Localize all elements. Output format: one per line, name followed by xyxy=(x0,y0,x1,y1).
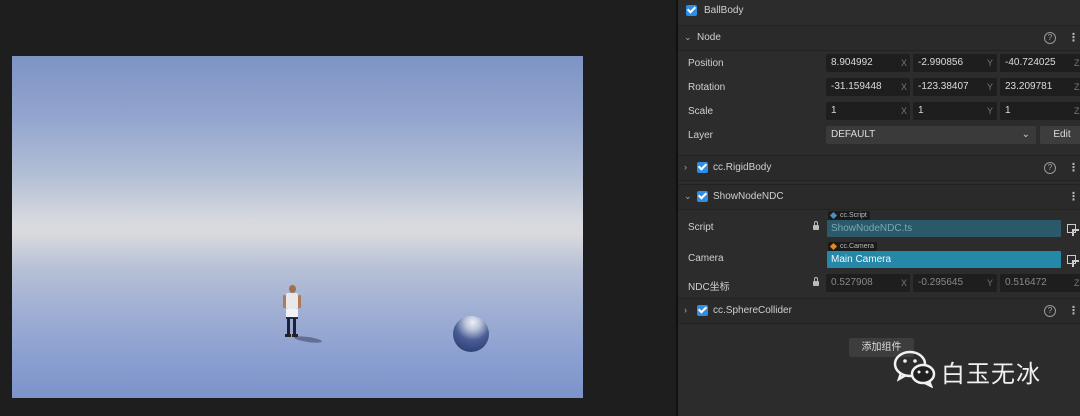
script-type-tag: cc.Script xyxy=(828,211,870,220)
menu-dots-icon[interactable]: ⋮ xyxy=(1068,190,1079,203)
player-head xyxy=(289,285,296,293)
player-shoe xyxy=(285,334,291,337)
chevron-down-icon[interactable]: ⌄ xyxy=(684,191,692,202)
camera-label: Camera xyxy=(688,253,724,264)
help-icon[interactable]: ? xyxy=(1044,162,1056,174)
player-torso xyxy=(286,293,298,309)
watermark-text: 白玉无冰 xyxy=(941,360,1041,388)
menu-dots-icon[interactable]: ⋮ xyxy=(1068,161,1079,174)
position-label: Position xyxy=(688,58,724,69)
node-section-header[interactable]: ⌄ Node ? ⋮ xyxy=(678,25,1080,51)
scene-viewport[interactable] xyxy=(12,56,583,398)
rigidbody-title: cc.RigidBody xyxy=(713,162,772,173)
ndc-y-field: -0.295645 xyxy=(913,274,997,292)
player-shoe xyxy=(292,334,298,337)
player-arm xyxy=(298,295,301,308)
script-tag-text: cc.Script xyxy=(840,212,867,219)
script-asset-field[interactable]: ShowNodeNDC.ts xyxy=(827,220,1061,237)
menu-dots-icon[interactable]: ⋮ xyxy=(1068,304,1079,317)
spherecollider-enabled-checkbox-icon[interactable] xyxy=(697,305,708,316)
shownodendc-enabled-checkbox-icon[interactable] xyxy=(697,191,708,202)
sphere-ball[interactable] xyxy=(453,316,489,352)
rotation-label: Rotation xyxy=(688,82,726,93)
position-z-field[interactable]: -40.724025 xyxy=(1000,54,1080,72)
scale-y-field[interactable]: 1 xyxy=(913,102,997,120)
node-section-title: Node xyxy=(697,32,721,43)
spherecollider-title: cc.SphereCollider xyxy=(713,305,792,316)
rigidbody-section-header[interactable]: › cc.RigidBody ? ⋮ xyxy=(678,155,1080,181)
locate-icon[interactable] xyxy=(1067,224,1079,236)
layer-edit-button[interactable]: Edit xyxy=(1040,126,1080,144)
shownodendc-section-header[interactable]: ⌄ ShowNodeNDC ⋮ xyxy=(678,184,1080,210)
watermark: 白玉无冰 xyxy=(893,348,1063,390)
chevron-right-icon[interactable]: › xyxy=(684,162,687,172)
rotation-z-field[interactable]: 23.209781 xyxy=(1000,78,1080,96)
axis-z-label: Z xyxy=(1074,106,1080,116)
axis-y-label: Y xyxy=(987,106,994,116)
menu-dots-icon[interactable]: ⋮ xyxy=(1068,31,1079,44)
rotation-y-field[interactable]: -123.38407 xyxy=(913,78,997,96)
camera-component-icon xyxy=(829,242,838,251)
layer-label: Layer xyxy=(688,130,714,141)
axis-z-label: Z xyxy=(1074,278,1080,288)
player-character[interactable] xyxy=(282,285,302,340)
axis-z-label: Z xyxy=(1074,82,1080,92)
script-asset-icon xyxy=(829,211,838,220)
axis-y-label: Y xyxy=(987,58,994,68)
rigidbody-enabled-checkbox-icon[interactable] xyxy=(697,162,708,173)
layer-value: DEFAULT xyxy=(831,129,876,140)
axis-y-label: Y xyxy=(987,278,994,288)
camera-tag-text: cc.Camera xyxy=(840,243,874,250)
scene-pane xyxy=(0,0,676,416)
script-label: Script xyxy=(688,222,714,233)
player-leg xyxy=(287,318,290,334)
ndc-z-field: 0.516472 xyxy=(1000,274,1080,292)
scale-z-field[interactable]: 1 xyxy=(1000,102,1080,120)
ndc-label: NDC坐标 xyxy=(688,282,730,293)
node-active-checkbox-icon[interactable] xyxy=(686,5,697,16)
player-leg xyxy=(293,318,296,334)
chevron-down-icon[interactable]: ⌄ xyxy=(684,32,692,43)
axis-z-label: Z xyxy=(1074,58,1080,68)
shownodendc-title: ShowNodeNDC xyxy=(713,191,784,202)
node-name[interactable]: BallBody xyxy=(704,5,743,16)
axis-x-label: X xyxy=(901,278,908,288)
locate-icon[interactable] xyxy=(1067,255,1079,267)
position-x-field[interactable]: 8.904992 xyxy=(826,54,910,72)
node-name-row: BallBody xyxy=(678,0,1080,22)
axis-x-label: X xyxy=(901,58,908,68)
scale-label: Scale xyxy=(688,106,714,117)
chevron-down-icon: ⌄ xyxy=(1021,129,1030,140)
position-y-field[interactable]: -2.990856 xyxy=(913,54,997,72)
chevron-right-icon[interactable]: › xyxy=(684,305,687,315)
help-icon[interactable]: ? xyxy=(1044,32,1056,44)
lock-icon xyxy=(813,221,819,230)
help-icon[interactable]: ? xyxy=(1044,305,1056,317)
camera-asset-field[interactable]: Main Camera xyxy=(827,251,1061,268)
lock-icon xyxy=(813,277,819,286)
camera-type-tag: cc.Camera xyxy=(828,242,877,251)
axis-x-label: X xyxy=(901,82,908,92)
spherecollider-section-header[interactable]: › cc.SphereCollider ? ⋮ xyxy=(678,298,1080,324)
axis-y-label: Y xyxy=(987,82,994,92)
layer-dropdown[interactable]: DEFAULT ⌄ xyxy=(826,126,1036,144)
wechat-logo-icon xyxy=(893,350,936,388)
axis-x-label: X xyxy=(901,106,908,116)
rotation-x-field[interactable]: -31.159448 xyxy=(826,78,910,96)
scale-x-field[interactable]: 1 xyxy=(826,102,910,120)
ndc-x-field: 0.527908 xyxy=(826,274,910,292)
